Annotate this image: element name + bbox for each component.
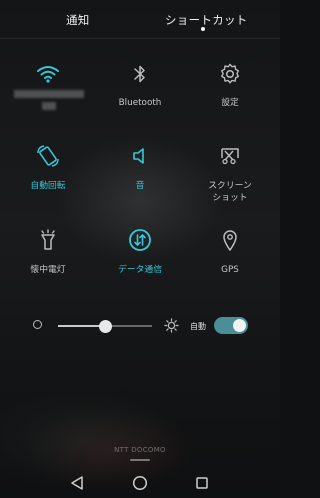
tile-flashlight[interactable]: 懐中電灯: [2, 226, 94, 290]
brightness-control: 自動: [0, 306, 280, 346]
tab-shortcuts[interactable]: ショートカット: [165, 12, 248, 28]
tile-label: データ通信: [118, 265, 162, 275]
auto-brightness-label: 自動: [190, 322, 206, 331]
tile-gps[interactable]: GPS: [184, 226, 276, 290]
recents-icon[interactable]: [193, 474, 211, 492]
wifi-icon: [34, 60, 62, 88]
tile-label: スクリーン ショット: [208, 181, 252, 203]
bluetooth-icon: [126, 60, 154, 88]
tile-label: 自動回転: [30, 181, 66, 191]
carrier-label: NTT DOCOMO: [114, 446, 166, 454]
mobile-data-icon: [126, 226, 154, 254]
location-icon: [216, 226, 244, 254]
auto-brightness-toggle[interactable]: [214, 317, 248, 334]
header-divider: [0, 38, 280, 39]
auto-rotate-icon: [34, 142, 62, 170]
tile-label: 設定: [221, 98, 239, 108]
tab-notifications[interactable]: 通知: [66, 12, 90, 28]
gear-icon: [216, 60, 244, 88]
tile-wifi[interactable]: [2, 60, 94, 124]
tile-bluetooth[interactable]: Bluetooth: [94, 60, 186, 124]
panel-header: 通知 ショートカット: [0, 0, 280, 38]
back-icon[interactable]: [68, 474, 86, 492]
brightness-high-icon: [164, 318, 179, 333]
home-icon[interactable]: [131, 474, 149, 492]
drag-handle[interactable]: [130, 459, 150, 461]
screenshot-icon: [216, 142, 244, 170]
brightness-slider-thumb[interactable]: [98, 320, 112, 333]
wifi-network-name-obscured: [14, 90, 84, 98]
tile-auto-rotate[interactable]: 自動回転: [2, 142, 94, 206]
brightness-low-icon: [33, 320, 42, 329]
navigation-bar: [0, 468, 280, 498]
tile-label: Bluetooth: [118, 98, 162, 108]
tile-mobile-data[interactable]: データ通信: [94, 226, 186, 290]
wifi-network-name-obscured-2: [42, 102, 56, 110]
tile-label: GPS: [221, 265, 239, 275]
tile-label: 音: [135, 181, 145, 191]
tile-sound[interactable]: 音: [94, 142, 186, 206]
speaker-icon: [126, 142, 154, 170]
flashlight-icon: [34, 226, 62, 254]
toggle-knob: [233, 319, 246, 332]
active-tab-indicator: [201, 27, 205, 31]
tile-screenshot[interactable]: スクリーン ショット: [184, 142, 276, 206]
tile-label: 懐中電灯: [30, 265, 66, 275]
brightness-slider-fill: [58, 325, 105, 327]
tile-settings[interactable]: 設定: [184, 60, 276, 124]
